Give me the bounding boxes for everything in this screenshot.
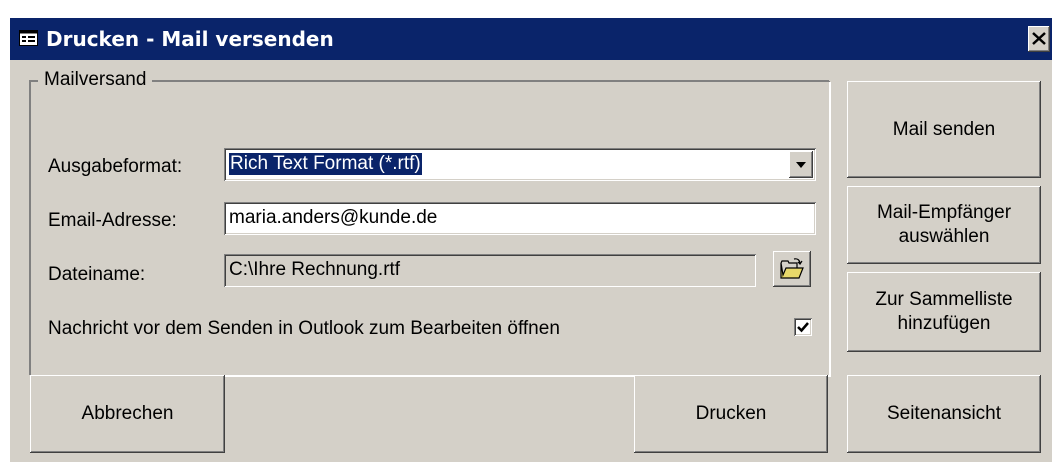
outlook-label: Nachricht vor dem Senden in Outlook zum … — [48, 318, 560, 339]
checkmark-icon — [797, 322, 809, 333]
cancel-label: Abbrechen — [81, 403, 174, 424]
preview-button[interactable]: Seitenansicht — [847, 375, 1041, 453]
filename-value: C:\Ihre Rechnung.rtf — [229, 259, 401, 280]
email-label: Email-Adresse: — [48, 210, 177, 231]
email-value: maria.anders@kunde.de — [229, 207, 438, 228]
browse-button[interactable] — [773, 251, 811, 287]
close-button[interactable] — [1028, 26, 1050, 52]
group-legend: Mailversand — [38, 69, 153, 91]
outlook-checkbox[interactable] — [794, 318, 812, 336]
title-bar[interactable]: Drucken - Mail versenden — [10, 18, 1052, 60]
format-value: Rich Text Format (*.rtf) — [229, 153, 422, 175]
select-recipient-button[interactable]: Mail-Empfänger auswählen — [847, 186, 1041, 264]
cancel-button[interactable]: Abbrechen — [30, 375, 225, 453]
add-to-list-button[interactable]: Zur Sammelliste hinzufügen — [847, 272, 1041, 352]
preview-label: Seitenansicht — [886, 403, 1002, 424]
print-label: Drucken — [695, 403, 767, 424]
format-dropdown-button[interactable] — [789, 151, 813, 178]
filename-field[interactable]: C:\Ihre Rechnung.rtf — [224, 254, 756, 287]
format-label: Ausgabeformat: — [48, 156, 183, 177]
send-mail-button[interactable]: Mail senden — [847, 81, 1041, 178]
form-icon — [19, 30, 38, 46]
select-recipient-label: Mail-Empfänger auswählen — [876, 202, 1012, 247]
filename-label: Dateiname: — [48, 264, 146, 285]
email-field[interactable]: maria.anders@kunde.de — [224, 202, 816, 235]
send-mail-label: Mail senden — [892, 118, 996, 140]
format-select[interactable]: Rich Text Format (*.rtf) — [224, 148, 816, 181]
chevron-down-icon — [796, 162, 806, 168]
open-folder-icon — [780, 258, 804, 279]
print-mail-dialog: Drucken - Mail versenden Mailversand Aus… — [10, 18, 1052, 462]
add-to-list-label: Zur Sammelliste hinzufügen — [875, 289, 1013, 334]
print-button[interactable]: Drucken — [634, 375, 828, 453]
window-title: Drucken - Mail versenden — [46, 27, 334, 51]
close-icon — [1032, 32, 1046, 45]
